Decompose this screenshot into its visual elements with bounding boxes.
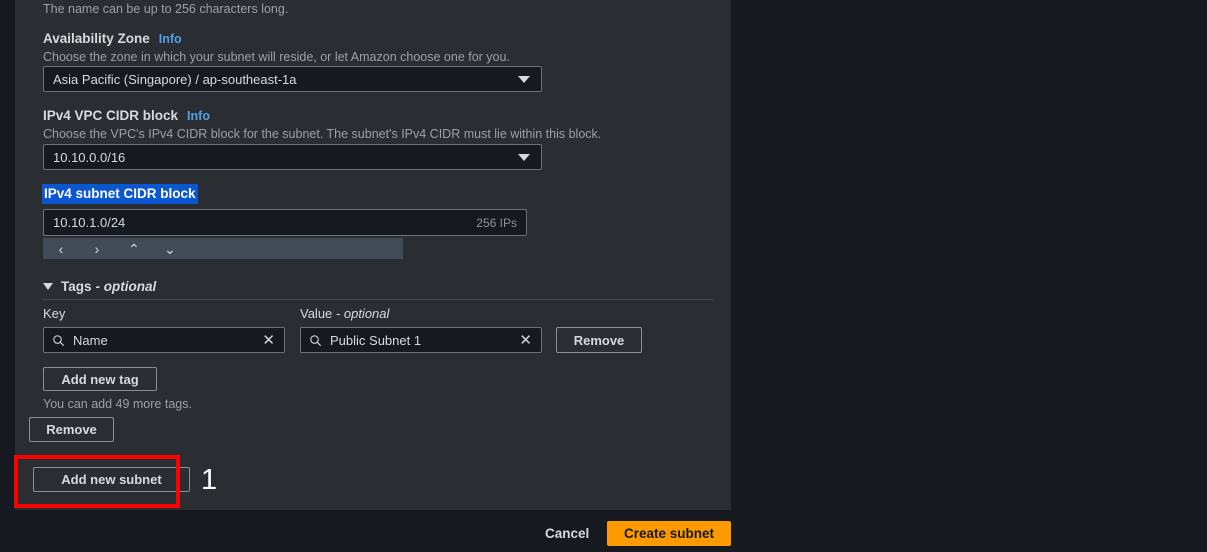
tag-remove-button[interactable]: Remove: [556, 327, 642, 353]
vpc-cidr-label-text: IPv4 VPC CIDR block: [43, 108, 179, 123]
subnet-cidr-input[interactable]: 10.10.1.0/24 256 IPs: [43, 209, 527, 236]
cancel-button[interactable]: Cancel: [545, 526, 589, 541]
tags-value-column-label-text: Value: [300, 306, 333, 321]
tag-value-input[interactable]: Public Subnet 1 ✕: [300, 327, 542, 353]
chevron-left-icon[interactable]: ‹: [52, 242, 70, 256]
annotation-step-number: 1: [201, 464, 218, 496]
tags-header-optional: - optional: [95, 279, 157, 294]
availability-zone-label-text: Availability Zone: [43, 31, 150, 46]
availability-zone-info-link[interactable]: Info: [159, 32, 182, 46]
create-subnet-form-panel: The name can be up to 256 characters lon…: [15, 0, 731, 510]
vpc-cidr-info-link[interactable]: Info: [187, 109, 210, 123]
chevron-up-icon[interactable]: ⌃: [125, 242, 143, 256]
search-icon: [309, 334, 322, 347]
tag-key-value: Name: [73, 332, 108, 348]
subnet-cidr-value: 10.10.1.0/24: [53, 215, 126, 230]
tags-header-text: Tags: [61, 279, 92, 294]
search-icon: [52, 334, 65, 347]
chevron-down-icon: [518, 75, 530, 83]
availability-zone-helper-text: Choose the zone in which your subnet wil…: [43, 50, 510, 64]
tags-section-header[interactable]: Tags - optional: [43, 279, 156, 294]
availability-zone-label: Availability Zone Info: [43, 31, 182, 46]
remove-subnet-button[interactable]: Remove: [29, 417, 114, 442]
add-new-tag-button[interactable]: Add new tag: [43, 367, 157, 391]
tag-key-input[interactable]: Name ✕: [43, 327, 285, 353]
vpc-cidr-select[interactable]: 10.10.0.0/16: [43, 144, 542, 170]
add-new-subnet-button[interactable]: Add new subnet: [33, 467, 190, 492]
vpc-cidr-value: 10.10.0.0/16: [53, 149, 126, 165]
close-icon[interactable]: ✕: [519, 333, 532, 348]
tags-value-column-label: Value - optional: [300, 306, 389, 321]
screen: The name can be up to 256 characters lon…: [0, 0, 1207, 552]
close-icon[interactable]: ✕: [262, 333, 275, 348]
availability-zone-value: Asia Pacific (Singapore) / ap-southeast-…: [53, 71, 297, 87]
subnet-cidr-label: IPv4 subnet CIDR block: [42, 184, 198, 204]
triangle-down-icon[interactable]: [43, 283, 53, 290]
tags-key-column-label: Key: [43, 306, 66, 321]
vpc-cidr-helper-text: Choose the VPC's IPv4 CIDR block for the…: [43, 127, 602, 141]
subnet-cidr-ip-count: 256 IPs: [476, 215, 517, 230]
create-subnet-button[interactable]: Create subnet: [607, 521, 731, 546]
tags-value-column-optional: - optional: [335, 306, 390, 321]
availability-zone-select[interactable]: Asia Pacific (Singapore) / ap-southeast-…: [43, 66, 542, 92]
tag-value-value: Public Subnet 1: [330, 332, 422, 348]
subnet-cidr-stepper[interactable]: ‹ › ⌃ ⌄: [43, 238, 403, 259]
tag-limit-helper-text: You can add 49 more tags.: [43, 397, 192, 411]
chevron-right-icon[interactable]: ›: [88, 242, 106, 256]
name-helper-text: The name can be up to 256 characters lon…: [43, 2, 289, 16]
vpc-cidr-label: IPv4 VPC CIDR block Info: [43, 108, 210, 123]
chevron-down-icon: [518, 153, 530, 161]
tags-divider: [43, 299, 713, 300]
chevron-down-icon[interactable]: ⌄: [161, 242, 179, 256]
